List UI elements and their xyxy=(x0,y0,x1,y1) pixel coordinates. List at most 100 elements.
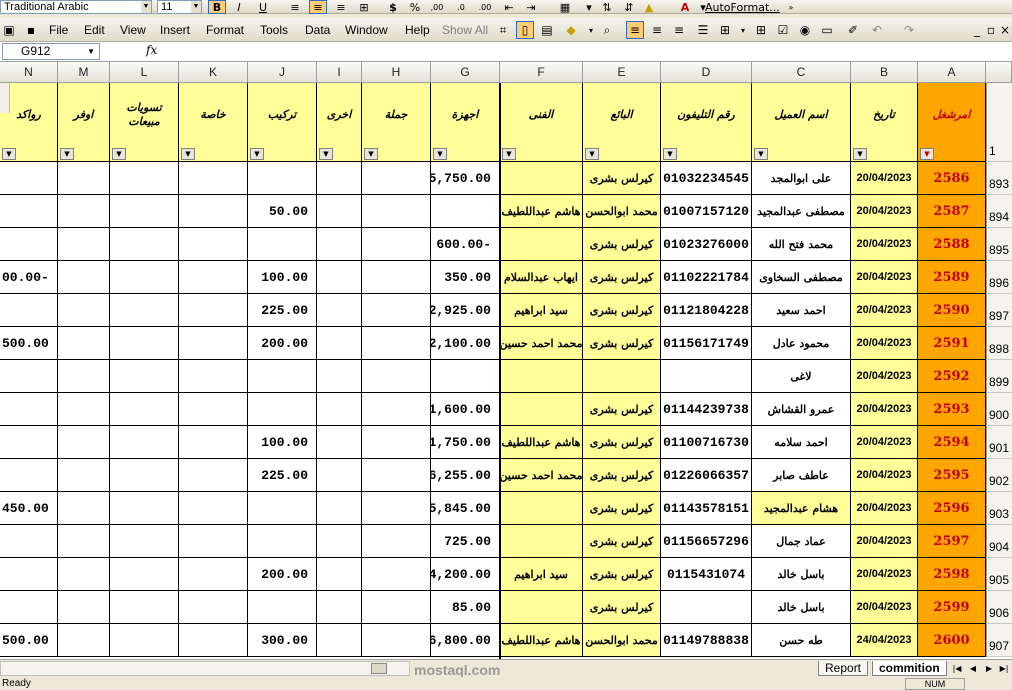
cell-n[interactable] xyxy=(0,393,58,426)
cell-d[interactable]: 01007157120 xyxy=(661,195,752,228)
menu-format[interactable]: Format xyxy=(203,21,247,39)
cell-h[interactable] xyxy=(362,360,431,393)
cell-b[interactable]: 20/04/2023 xyxy=(851,426,918,459)
cell-j[interactable] xyxy=(248,360,317,393)
column-header-e[interactable]: E xyxy=(583,62,661,83)
header-cell-b[interactable]: تاريخ ▼ xyxy=(851,83,918,162)
cell-b[interactable]: 20/04/2023 xyxy=(851,591,918,624)
tab-commition[interactable]: commition xyxy=(872,661,947,676)
cell-g[interactable]: 5,845.00 xyxy=(431,492,500,525)
cell-i[interactable] xyxy=(317,426,362,459)
column-header-f[interactable]: F xyxy=(500,62,583,83)
cell-c[interactable]: باسل خالد xyxy=(752,558,851,591)
cell-l[interactable] xyxy=(110,525,179,558)
cell-g[interactable]: 350.00 xyxy=(431,261,500,294)
cell-h[interactable] xyxy=(362,624,431,657)
cell-h[interactable] xyxy=(362,327,431,360)
cell-m[interactable] xyxy=(58,261,110,294)
cell-k[interactable] xyxy=(179,228,248,261)
cell-b[interactable]: 20/04/2023 xyxy=(851,525,918,558)
cell-i[interactable] xyxy=(317,261,362,294)
header-cell-k[interactable]: خاصة ▼ xyxy=(179,83,248,162)
header-cell-l[interactable]: تسويات مبيعات ▼ xyxy=(110,83,179,162)
cell-l[interactable] xyxy=(110,327,179,360)
cell-n[interactable]: 00.00- xyxy=(0,261,58,294)
cell-i[interactable] xyxy=(317,228,362,261)
cell-e[interactable]: كيرلس بشرى xyxy=(583,162,661,195)
cell-c[interactable]: طه حسن xyxy=(752,624,851,657)
cell-h[interactable] xyxy=(362,294,431,327)
checkbox-icon[interactable]: ☑ xyxy=(774,21,792,39)
cell-k[interactable] xyxy=(179,393,248,426)
cell-c[interactable]: هشام عبدالمجيد xyxy=(752,492,851,525)
cell-a[interactable]: 2587 xyxy=(918,195,986,228)
cell-k[interactable] xyxy=(179,360,248,393)
cell-g[interactable]: 6,800.00 xyxy=(431,624,500,657)
cell-j[interactable]: 100.00 xyxy=(248,426,317,459)
cell-i[interactable] xyxy=(317,393,362,426)
cell-g[interactable] xyxy=(431,360,500,393)
cell-k[interactable] xyxy=(179,591,248,624)
header-cell-c[interactable]: اسم العميل ▼ xyxy=(752,83,851,162)
cell-j[interactable]: 100.00 xyxy=(248,261,317,294)
header-cell-i[interactable]: اخرى ▼ xyxy=(317,83,362,162)
cell-j[interactable]: 200.00 xyxy=(248,327,317,360)
row-header[interactable]: 903 xyxy=(986,492,1012,525)
row-header[interactable]: 894 xyxy=(986,195,1012,228)
menu-insert[interactable]: Insert xyxy=(157,21,193,39)
format-painter-icon[interactable]: ⌗ xyxy=(494,21,512,39)
cell-f[interactable] xyxy=(500,360,583,393)
row-header[interactable]: 1 xyxy=(986,83,1012,162)
cell-d[interactable] xyxy=(661,360,752,393)
menu-file[interactable]: File xyxy=(46,21,71,39)
autofilter-dropdown-icon[interactable]: ▼ xyxy=(60,148,74,160)
menu-window[interactable]: Window xyxy=(342,21,391,39)
autofilter-dropdown-icon[interactable]: ▼ xyxy=(754,148,768,160)
redo-icon[interactable]: ↷ xyxy=(900,21,918,39)
cell-a[interactable]: 2600 xyxy=(918,624,986,657)
cell-j[interactable] xyxy=(248,492,317,525)
cell-g[interactable]: 725.00 xyxy=(431,525,500,558)
comma-style-icon[interactable]: ,00 xyxy=(428,0,446,14)
close-icon[interactable]: × xyxy=(996,21,1012,39)
increase-decimal-icon[interactable]: .0 xyxy=(452,0,470,14)
cell-m[interactable] xyxy=(58,195,110,228)
cell-n[interactable] xyxy=(0,195,58,228)
chevron-down-icon[interactable]: ▾ xyxy=(580,0,598,14)
cell-j[interactable] xyxy=(248,525,317,558)
cell-k[interactable] xyxy=(179,459,248,492)
header-cell-a[interactable]: امرشغل ▼ xyxy=(918,83,986,162)
cell-k[interactable] xyxy=(179,558,248,591)
cell-m[interactable] xyxy=(58,426,110,459)
header-cell-d[interactable]: رقم التليفون ▼ xyxy=(661,83,752,162)
underline-button[interactable]: U xyxy=(254,0,272,14)
cell-g[interactable] xyxy=(431,195,500,228)
cell-c[interactable]: مصطفى السخاوى xyxy=(752,261,851,294)
cell-g[interactable]: 2,925.00 xyxy=(431,294,500,327)
cell-e[interactable]: محمد ابوالحسن xyxy=(583,624,661,657)
header-cell-g[interactable]: اجهزة ▼ xyxy=(431,83,500,162)
cell-d[interactable]: 01100716730 xyxy=(661,426,752,459)
cell-f[interactable]: سيد ابراهيم xyxy=(500,294,583,327)
cell-e[interactable]: كيرلس بشرى xyxy=(583,558,661,591)
cell-n[interactable] xyxy=(0,426,58,459)
cell-l[interactable] xyxy=(110,459,179,492)
cell-f[interactable] xyxy=(500,525,583,558)
column-header-a[interactable]: A xyxy=(918,62,986,83)
cell-g[interactable]: 5,750.00 xyxy=(431,162,500,195)
cell-e[interactable]: كيرلس بشرى xyxy=(583,426,661,459)
cell-c[interactable]: مصطفى عبدالمجيد xyxy=(752,195,851,228)
italic-button[interactable]: I xyxy=(230,0,248,14)
cell-f[interactable]: هاشم عبداللطيف xyxy=(500,426,583,459)
cell-d[interactable] xyxy=(661,591,752,624)
cell-i[interactable] xyxy=(317,195,362,228)
cell-i[interactable] xyxy=(317,591,362,624)
cell-m[interactable] xyxy=(58,327,110,360)
cell-b[interactable]: 20/04/2023 xyxy=(851,393,918,426)
cell-e[interactable]: كيرلس بشرى xyxy=(583,261,661,294)
cell-i[interactable] xyxy=(317,624,362,657)
cell-f[interactable]: هاشم عبداللطيف xyxy=(500,195,583,228)
header-cell-e[interactable]: البائع ▼ xyxy=(583,83,661,162)
cell-a[interactable]: 2592 xyxy=(918,360,986,393)
autofilter-dropdown-icon[interactable]: ▼ xyxy=(920,148,934,160)
